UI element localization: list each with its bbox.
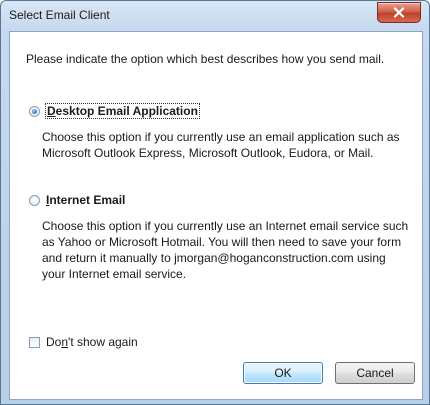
- desktop-email-option[interactable]: Desktop Email Application: [29, 103, 200, 119]
- desktop-email-label[interactable]: Desktop Email Application: [45, 103, 200, 119]
- window-title: Select Email Client: [9, 8, 110, 22]
- internet-email-description: Choose this option if you currently use …: [42, 219, 409, 281]
- dont-show-again-label[interactable]: Don't show again: [46, 334, 138, 350]
- radio-selected-dot: [32, 108, 37, 114]
- dont-show-again-checkbox[interactable]: [29, 336, 40, 348]
- cancel-button[interactable]: Cancel: [335, 362, 415, 384]
- dialog-content: Please indicate the option which best de…: [9, 31, 423, 400]
- internet-email-option[interactable]: Internet Email: [29, 192, 125, 208]
- desktop-email-radio[interactable]: [29, 105, 40, 117]
- internet-email-radio[interactable]: [29, 194, 40, 206]
- desktop-email-label-rest: esktop Email Application: [55, 104, 198, 118]
- internet-email-label-rest: nternet Email: [49, 193, 126, 207]
- ok-button[interactable]: OK: [243, 362, 323, 384]
- desktop-email-mnemonic: D: [47, 104, 56, 118]
- close-button[interactable]: [377, 2, 421, 23]
- dialog-window: Select Email Client Please indicate the …: [0, 0, 430, 405]
- desktop-email-description: Choose this option if you currently use …: [42, 130, 400, 160]
- dont-show-again-row[interactable]: Don't show again: [29, 334, 138, 350]
- title-bar[interactable]: Select Email Client: [1, 1, 429, 31]
- intro-text: Please indicate the option which best de…: [26, 52, 385, 66]
- internet-email-label[interactable]: Internet Email: [46, 193, 125, 207]
- close-icon: [393, 7, 405, 18]
